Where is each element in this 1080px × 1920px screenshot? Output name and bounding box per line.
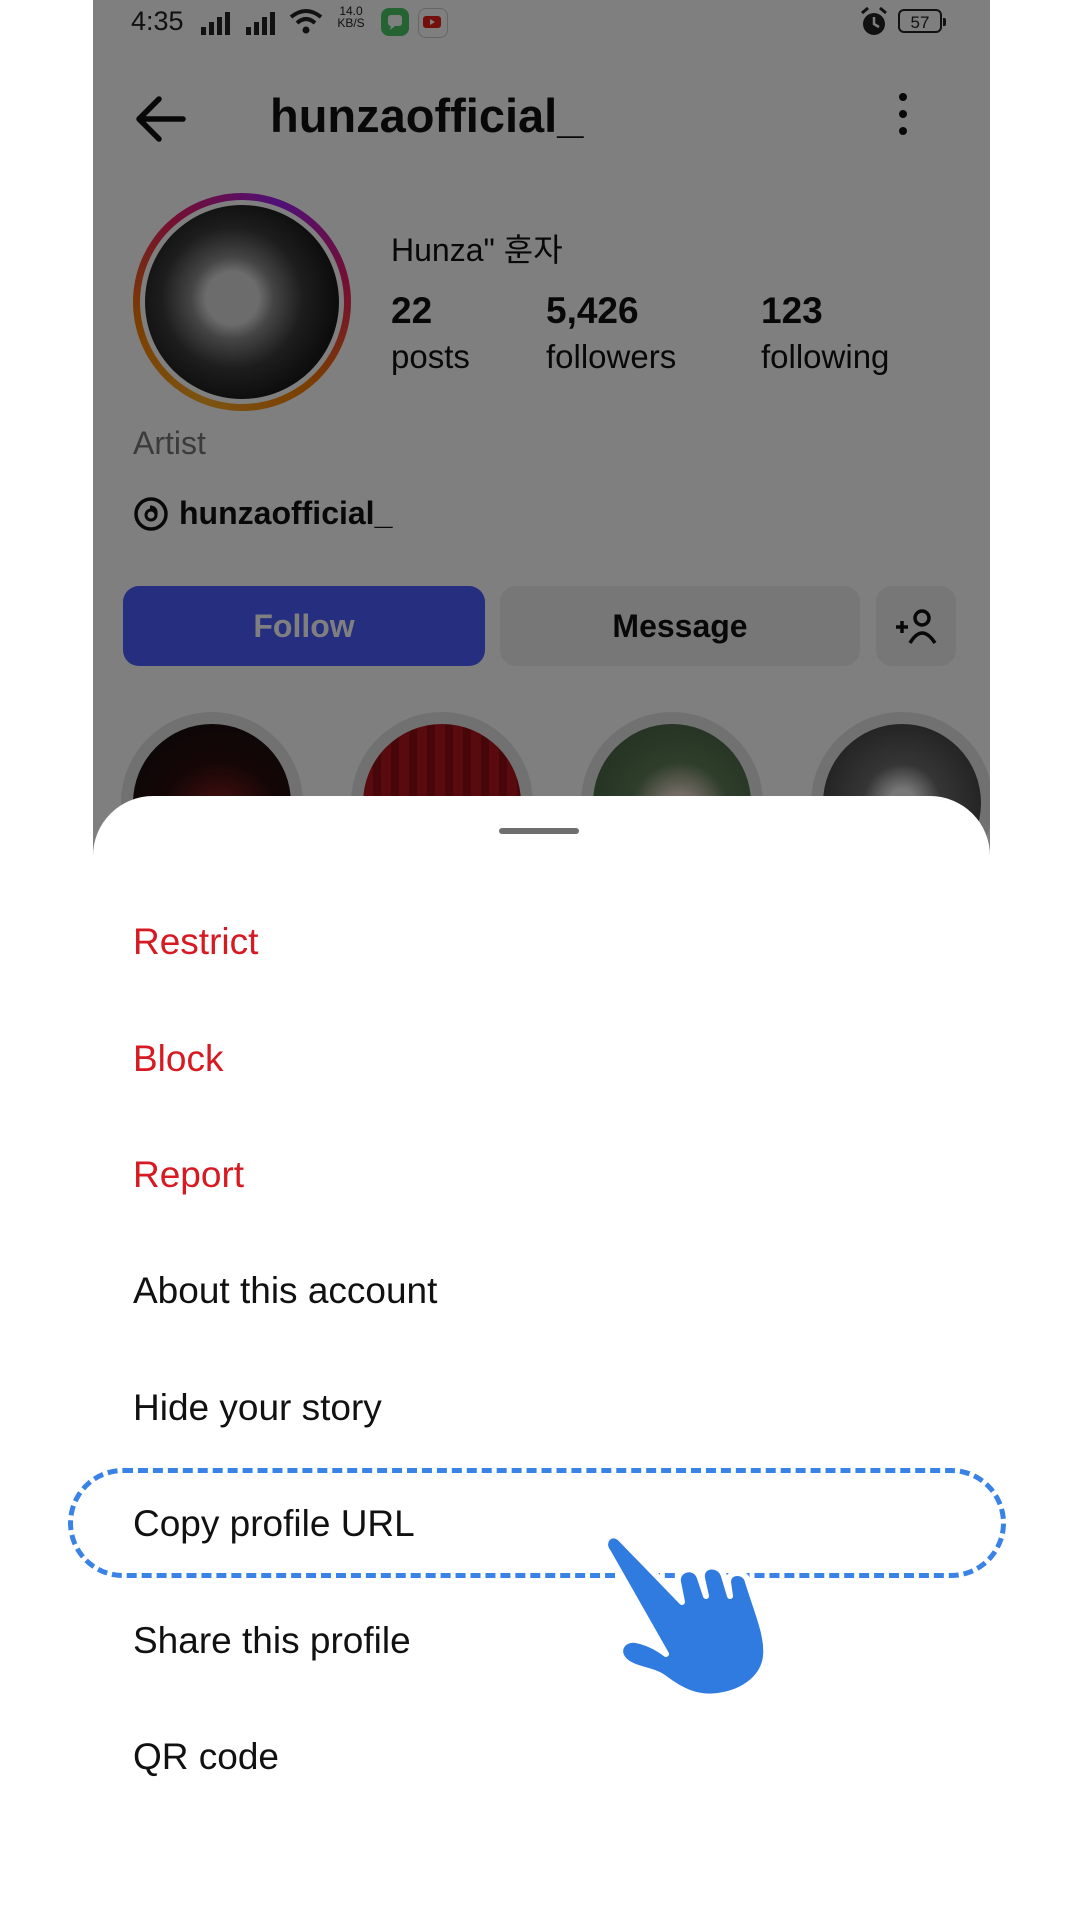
- sheet-drag-handle[interactable]: [499, 828, 579, 834]
- menu-item-hide-story[interactable]: Hide your story: [133, 1378, 382, 1438]
- menu-item-report[interactable]: Report: [133, 1145, 244, 1205]
- hand-pointer-icon: [602, 1532, 770, 1700]
- highlight-ring: [68, 1468, 1006, 1578]
- menu-item-block[interactable]: Block: [133, 1029, 223, 1089]
- phone-screen: 4:35 14.0 KB/S: [93, 0, 990, 1920]
- menu-item-restrict[interactable]: Restrict: [133, 912, 258, 972]
- profile-options-sheet: Restrict Block Report About this account…: [93, 796, 990, 1920]
- menu-item-qr-code[interactable]: QR code: [133, 1727, 279, 1787]
- menu-item-about-account[interactable]: About this account: [133, 1261, 437, 1321]
- menu-item-share-profile[interactable]: Share this profile: [133, 1611, 411, 1671]
